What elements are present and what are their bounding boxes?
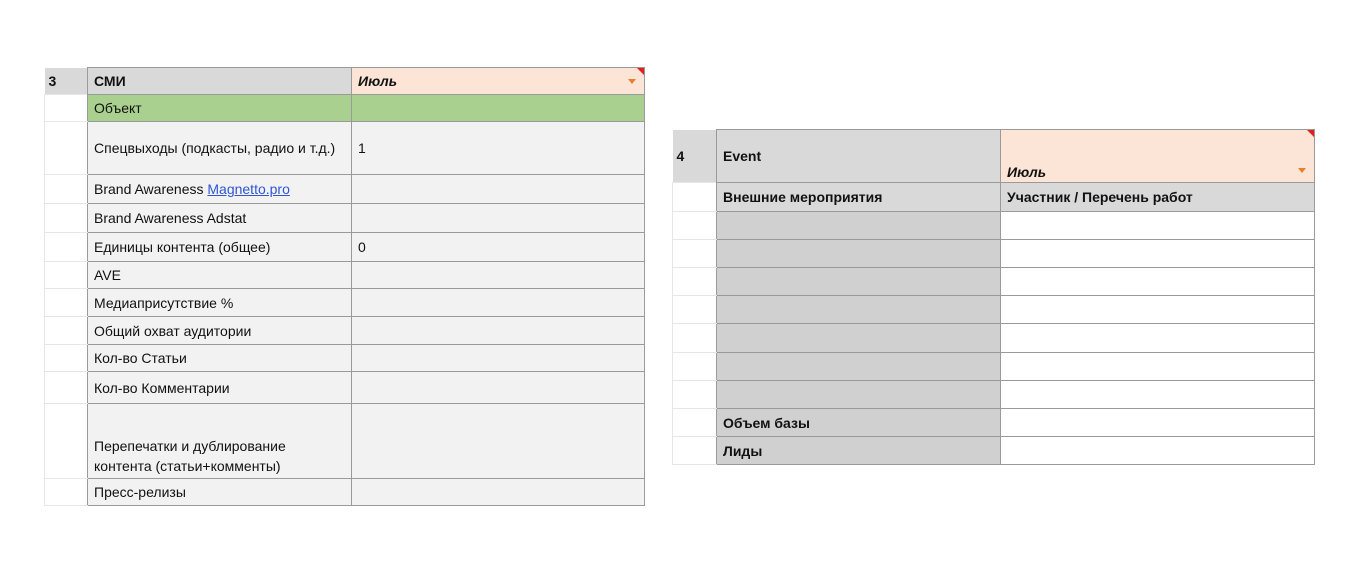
row-label[interactable]: Пресс-релизы <box>87 478 352 506</box>
participant-cell[interactable] <box>1000 380 1315 409</box>
leads-value[interactable] <box>1000 436 1315 465</box>
magnetto-link[interactable]: Magnetto.pro <box>207 181 290 197</box>
database-volume-label[interactable]: Объем базы <box>716 408 1001 437</box>
row-value[interactable] <box>351 403 645 479</box>
dropdown-arrow-icon[interactable] <box>628 79 636 84</box>
row-index-4[interactable]: 4 <box>672 129 717 183</box>
event-cell[interactable] <box>716 295 1001 324</box>
participant-cell[interactable] <box>1000 352 1315 381</box>
row-index[interactable] <box>44 121 88 175</box>
row-value[interactable]: 0 <box>351 232 645 262</box>
row-index[interactable] <box>672 267 717 296</box>
row-label[interactable]: Медиаприсутствие % <box>87 288 352 317</box>
participant-cell[interactable] <box>1000 211 1315 240</box>
row-value[interactable] <box>351 316 645 345</box>
row-index[interactable] <box>672 295 717 324</box>
month-dropdown-cell[interactable]: Июль <box>1000 129 1315 183</box>
row-index[interactable] <box>44 344 88 372</box>
row-label-text: Brand Awareness <box>94 181 208 197</box>
row-label[interactable]: Brand Awareness Magnetto.pro <box>87 174 352 204</box>
event-cell[interactable] <box>716 323 1001 353</box>
row-label[interactable]: Спецвыходы (подкасты, радио и т.д.) <box>87 121 352 175</box>
row-index[interactable] <box>44 371 88 404</box>
row-index[interactable] <box>44 288 88 317</box>
event-cell[interactable] <box>716 380 1001 409</box>
event-header-cell[interactable]: Event <box>716 129 1001 183</box>
row-index[interactable] <box>44 478 88 506</box>
row-index-3[interactable]: 3 <box>44 67 88 95</box>
row-label[interactable]: Кол-во Статьи <box>87 344 352 372</box>
row-index[interactable] <box>44 316 88 345</box>
row-index[interactable] <box>672 408 717 437</box>
smi-table: 3 СМИ Июль Объект Спецвыходы (подкасты, … <box>44 67 645 506</box>
row-index[interactable] <box>672 182 717 212</box>
row-label[interactable]: AVE <box>87 261 352 289</box>
event-table: 4 Event Июль Внешние мероприятия Участни… <box>672 129 1315 465</box>
event-cell[interactable] <box>716 267 1001 296</box>
row-label[interactable]: Кол-во Комментарии <box>87 371 352 404</box>
month-value: Июль <box>1007 164 1047 180</box>
dropdown-arrow-icon[interactable] <box>1298 168 1306 173</box>
database-volume-value[interactable] <box>1000 408 1315 437</box>
col-header-events[interactable]: Внешние мероприятия <box>716 182 1001 212</box>
smi-header-cell[interactable]: СМИ <box>87 67 352 95</box>
row-index[interactable] <box>44 94 88 122</box>
participant-cell[interactable] <box>1000 239 1315 268</box>
row-index[interactable] <box>672 239 717 268</box>
row-label[interactable]: Единицы контента (общее) <box>87 232 352 262</box>
row-label[interactable]: Объект <box>87 94 352 122</box>
participant-cell[interactable] <box>1000 267 1315 296</box>
row-value[interactable] <box>351 478 645 506</box>
participant-cell[interactable] <box>1000 323 1315 353</box>
col-header-participant[interactable]: Участник / Перечень работ <box>1000 182 1315 212</box>
event-cell[interactable] <box>716 239 1001 268</box>
row-index[interactable] <box>672 323 717 353</box>
row-index[interactable] <box>672 436 717 465</box>
comment-indicator-icon <box>1307 130 1314 137</box>
event-cell[interactable] <box>716 352 1001 381</box>
row-index[interactable] <box>672 380 717 409</box>
row-index[interactable] <box>672 211 717 240</box>
row-value[interactable] <box>351 288 645 317</box>
row-label[interactable]: Перепечатки и дублирование контента (ста… <box>87 403 352 479</box>
row-index[interactable] <box>44 403 88 479</box>
row-value[interactable] <box>351 371 645 404</box>
row-index[interactable] <box>44 174 88 204</box>
participant-cell[interactable] <box>1000 295 1315 324</box>
month-value: Июль <box>358 73 398 89</box>
row-value[interactable] <box>351 94 645 122</box>
row-value[interactable] <box>351 261 645 289</box>
row-label[interactable]: Общий охват аудитории <box>87 316 352 345</box>
month-dropdown-cell[interactable]: Июль <box>351 67 645 95</box>
comment-indicator-icon <box>637 68 644 75</box>
row-index[interactable] <box>44 261 88 289</box>
row-index[interactable] <box>672 352 717 381</box>
row-value[interactable] <box>351 344 645 372</box>
row-value[interactable] <box>351 174 645 204</box>
event-cell[interactable] <box>716 211 1001 240</box>
row-label[interactable]: Brand Awareness Adstat <box>87 203 352 233</box>
row-value[interactable]: 1 <box>351 121 645 175</box>
row-index[interactable] <box>44 203 88 233</box>
row-value[interactable] <box>351 203 645 233</box>
leads-label[interactable]: Лиды <box>716 436 1001 465</box>
row-index[interactable] <box>44 232 88 262</box>
